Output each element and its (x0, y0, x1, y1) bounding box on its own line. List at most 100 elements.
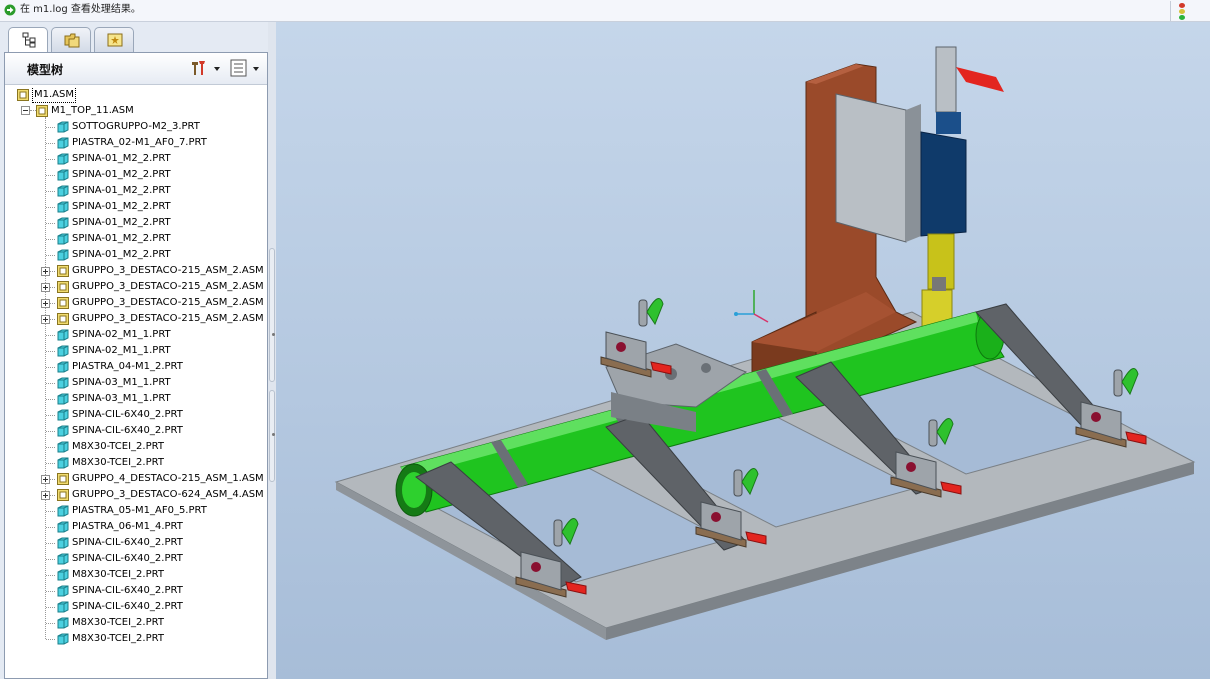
tree-root-label: M1.ASM (32, 87, 76, 103)
tree-item-label: M8X30-TCEI_2.PRT (72, 441, 164, 452)
part-icon (57, 185, 69, 197)
part-icon (57, 137, 69, 149)
model-tree-header: 模型树 (5, 53, 267, 85)
tree-connector (46, 399, 55, 400)
tree-item-label: SPINA-02_M1_1.PRT (72, 329, 171, 340)
tree-expand-toggle[interactable] (41, 475, 50, 484)
panel-sash[interactable] (268, 22, 276, 679)
part-icon (57, 201, 69, 213)
tree-connector (46, 383, 55, 384)
tree-connector (46, 143, 55, 144)
folder-icon (64, 33, 80, 48)
tree-item-label: PIASTRA_02-M1_AF0_7.PRT (72, 137, 207, 148)
tree-item-label: GRUPPO_3_DESTACO-215_ASM_2.ASM (72, 297, 263, 308)
tree-item-label: GRUPPO_3_DESTACO-215_ASM_2.ASM (72, 265, 263, 276)
tree-item-label: SPINA-01_M2_2.PRT (72, 169, 171, 180)
tree-connector (46, 175, 55, 176)
tree-connector (46, 575, 55, 576)
tree-connector (46, 191, 55, 192)
tree-item-label: SPINA-02_M1_1.PRT (72, 345, 171, 356)
tree-settings-button[interactable] (189, 58, 223, 78)
tree-connector (45, 117, 46, 639)
tree-sub-assembly-label: M1_TOP_11.ASM (51, 105, 134, 116)
sash-grip-upper[interactable] (269, 248, 275, 382)
part-icon (57, 537, 69, 549)
toggle-clamp (600, 298, 672, 378)
part-icon (57, 345, 69, 357)
tree-item-label: SPINA-01_M2_2.PRT (72, 185, 171, 196)
tree-expand-toggle[interactable] (41, 315, 50, 324)
traffic-light-icon[interactable] (1170, 1, 1192, 21)
assembly-icon (57, 313, 69, 325)
tree-item-label: M8X30-TCEI_2.PRT (72, 617, 164, 628)
tree-expand-toggle[interactable] (41, 283, 50, 292)
assembly-icon (57, 281, 69, 293)
model-tree-title: 模型树 (27, 63, 64, 77)
tree-item-label: M8X30-TCEI_2.PRT (72, 633, 164, 644)
tree-item-label: SPINA-CIL-6X40_2.PRT (72, 409, 183, 420)
part-icon (57, 617, 69, 629)
tree-item-label: SOTTOGRUPPO-M2_3.PRT (72, 121, 200, 132)
tree-connector (46, 255, 55, 256)
tree-item-label: GRUPPO_3_DESTACO-215_ASM_2.ASM (72, 313, 263, 324)
part-icon (57, 153, 69, 165)
navigator-panel: 模型树 M1.ASM M1_TOP_11.ASM SOTTOGRUPPO-M2_… (0, 22, 276, 679)
tree-connector (46, 543, 55, 544)
toggle-clamp (1075, 368, 1147, 448)
assembly-icon (17, 89, 29, 101)
tree-connector (46, 159, 55, 160)
tree-item-label: GRUPPO_3_DESTACO-215_ASM_2.ASM (72, 281, 263, 292)
tree-item-label: SPINA-CIL-6X40_2.PRT (72, 601, 183, 612)
graphics-viewport[interactable] (276, 22, 1210, 679)
tree-expand-toggle[interactable] (41, 491, 50, 500)
part-icon (57, 457, 69, 469)
part-icon (57, 521, 69, 533)
part-icon (57, 249, 69, 261)
assembly-3d-model (334, 46, 1196, 640)
tree-connector (46, 447, 55, 448)
tree-item-label: M8X30-TCEI_2.PRT (72, 457, 164, 468)
part-icon (57, 329, 69, 341)
tree-connector (46, 367, 55, 368)
part-icon (57, 409, 69, 421)
tree-connector (46, 415, 55, 416)
tree-connector (46, 335, 55, 336)
tree-expand-toggle[interactable] (41, 299, 50, 308)
message-bar: 在 m1.log 查看处理结果。 (0, 0, 1210, 22)
favorites-tab[interactable] (94, 27, 134, 52)
tree-item-label: SPINA-01_M2_2.PRT (72, 153, 171, 164)
tree-connector (46, 463, 55, 464)
tree-collapse-toggle[interactable] (21, 106, 30, 115)
tree-connector (46, 559, 55, 560)
part-icon (57, 233, 69, 245)
part-icon (57, 585, 69, 597)
folder-browser-tab[interactable] (51, 27, 91, 52)
message-text: 在 m1.log 查看处理结果。 (20, 4, 141, 15)
tree-connector (46, 591, 55, 592)
tree-expand-toggle[interactable] (41, 267, 50, 276)
star-icon (107, 33, 123, 47)
model-tree-box: 模型树 M1.ASM M1_TOP_11.ASM SOTTOGRUPPO-M2_… (4, 52, 268, 679)
part-icon (57, 425, 69, 437)
tree-item-label: SPINA-CIL-6X40_2.PRT (72, 585, 183, 596)
arrow-right-icon (4, 4, 16, 16)
tree-connector (46, 207, 55, 208)
tree-item-label: SPINA-CIL-6X40_2.PRT (72, 537, 183, 548)
tree-connector (46, 623, 55, 624)
tree-item-label: SPINA-01_M2_2.PRT (72, 233, 171, 244)
part-icon (57, 217, 69, 229)
tree-show-button[interactable] (229, 58, 263, 78)
model-tree-tab[interactable] (8, 27, 48, 53)
tree-connector (46, 511, 55, 512)
tree-connector (46, 127, 55, 128)
assembly-icon (57, 265, 69, 277)
tree-connector (46, 607, 55, 608)
sash-grip-lower[interactable] (269, 390, 275, 482)
assembly-icon (57, 489, 69, 501)
coordinate-triad (734, 290, 769, 323)
tree-item-label: SPINA-01_M2_2.PRT (72, 249, 171, 260)
part-icon (57, 601, 69, 613)
tree-item-label: M8X30-TCEI_2.PRT (72, 569, 164, 580)
part-icon (57, 505, 69, 517)
tree-item-label: PIASTRA_06-M1_4.PRT (72, 521, 183, 532)
